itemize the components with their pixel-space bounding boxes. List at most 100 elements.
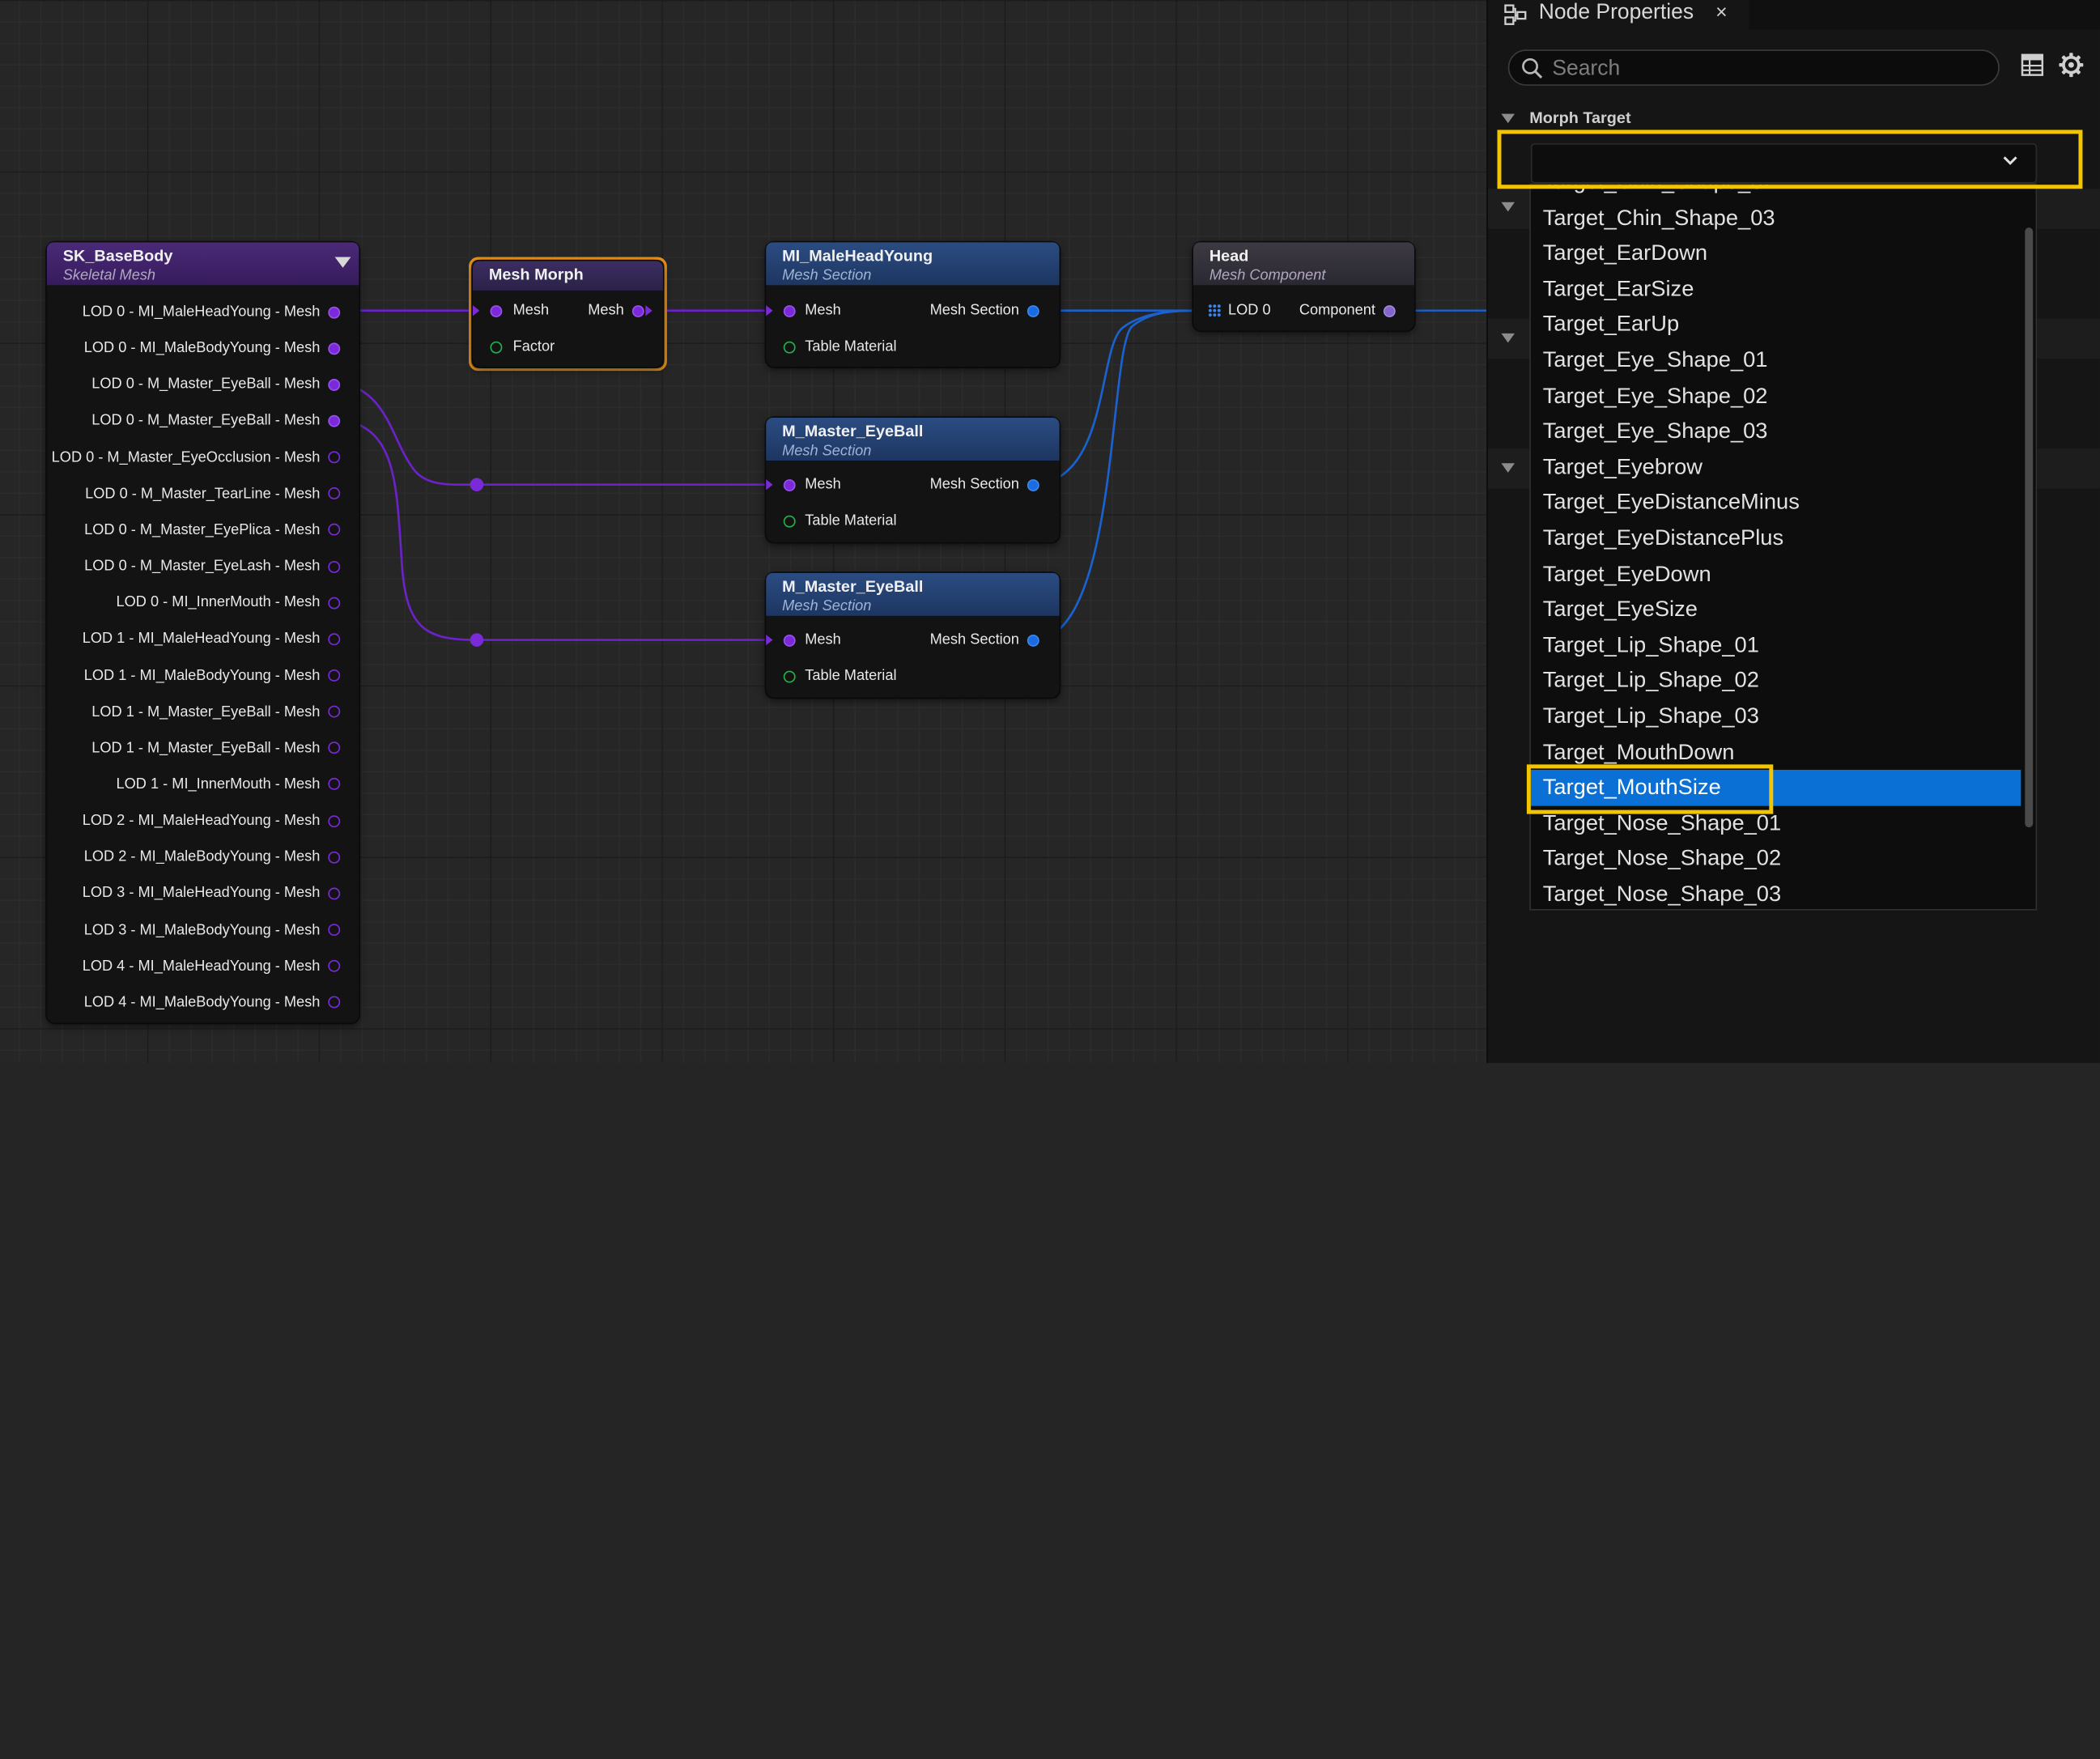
output-exec-arrow-icon [645,305,653,317]
dropdown-item[interactable]: Target_Eye_Shape_03 [1531,414,2021,449]
mesh-component-node-head[interactable]: Head Mesh Component LOD 0 Component [1192,242,1414,331]
table-material-pin[interactable] [783,515,796,528]
dropdown-item[interactable]: Target_EyeSize [1531,592,2021,627]
input-exec-arrow-icon [766,479,773,491]
search-input[interactable] [1549,53,1984,85]
mesh-output-pin[interactable] [631,305,644,317]
mesh-output-pin[interactable] [328,633,341,645]
dropdown-item[interactable]: Target_Lip_Shape_03 [1531,699,2021,734]
output-pin-label: LOD 4 - MI_MaleHeadYoung - Mesh [82,958,321,975]
close-icon[interactable]: × [1715,0,1728,27]
mesh-section-output-pin[interactable] [1027,305,1039,317]
output-pin-label: LOD 0 - M_Master_TearLine - Mesh [85,485,321,502]
node-subtitle: Mesh Section [782,267,872,284]
mesh-section-output-label: Mesh Section [929,631,1019,648]
mesh-input-pin[interactable] [783,479,796,491]
mesh-morph-node[interactable]: Mesh Morph Mesh Mesh Factor [472,261,663,368]
mesh-input-pin[interactable] [783,305,796,317]
mesh-output-pin[interactable] [328,451,341,464]
dropdown-item[interactable]: Target_EyeDistanceMinus [1531,485,2021,520]
mesh-output-pin[interactable] [328,487,341,500]
mesh-output-pin[interactable] [328,996,341,1009]
node-title: M_Master_EyeBall [782,421,924,441]
component-output-pin[interactable] [1383,305,1396,317]
reroute-knot-1[interactable] [470,478,484,491]
mesh-output-pin[interactable] [328,887,341,900]
dropdown-item[interactable]: Target_EyeDistancePlus [1531,520,2021,556]
mesh-output-pin[interactable] [328,342,341,355]
dropdown-item[interactable]: Target_Lip_Shape_01 [1531,627,2021,663]
dropdown-item[interactable]: Target_EarDown [1531,236,2021,271]
lod-array-pin-icon[interactable] [1208,304,1222,317]
skeletal-mesh-node[interactable]: SK_BaseBody Skeletal Mesh LOD 0 - MI_Mal… [46,242,359,1023]
tab-title: Node Properties [1538,1,1694,24]
dropdown-item[interactable]: Target_Eye_Shape_02 [1531,378,2021,414]
mesh-output-pin[interactable] [328,305,341,318]
node-properties-panel: Node Properties × Search Morph Target Ta… [1486,0,2100,1064]
wire-eyeball-a [337,381,775,486]
mesh-output-pin[interactable] [328,851,341,864]
dropdown-item[interactable]: Target_Eye_Shape_01 [1531,342,2021,378]
component-output-label: Component [1299,302,1375,319]
dropdown-item[interactable]: Target_EarUp [1531,307,2021,342]
factor-input-pin[interactable] [490,341,503,354]
mesh-output-pin[interactable] [328,378,341,391]
tab-node-properties[interactable]: Node Properties × [1487,0,1749,30]
mesh-section-node-eyeball-1[interactable]: M_Master_EyeBall Mesh Section Mesh Mesh … [766,418,1060,542]
node-subtitle: Mesh Section [782,443,872,460]
dropdown-item[interactable]: Target_EarSize [1531,271,2021,307]
output-pin-label: LOD 0 - M_Master_EyeBall - Mesh [91,413,321,429]
mesh-output-pin[interactable] [328,705,341,718]
mesh-output-pin[interactable] [328,597,341,610]
mesh-output-pin[interactable] [328,741,341,754]
mesh-section-node-eyeball-2[interactable]: M_Master_EyeBall Mesh Section Mesh Mesh … [766,572,1060,698]
node-graph-canvas[interactable]: SK_BaseBody Skeletal Mesh LOD 0 - MI_Mal… [0,0,1487,1064]
section-collapse-arrow-icon[interactable] [1501,333,1515,343]
dropdown-item[interactable]: Target_Chin_Shape_03 [1531,200,2021,236]
search-box[interactable] [1507,49,2000,86]
mesh-input-label: Mesh [512,302,550,319]
table-material-label: Table Material [805,668,897,685]
dropdown-item[interactable]: Target_Nose_Shape_03 [1531,877,2021,909]
mesh-output-pin[interactable] [328,414,341,427]
settings-gear-icon[interactable] [2059,53,2084,78]
table-view-icon[interactable] [2021,53,2044,76]
mesh-output-pin[interactable] [328,524,341,537]
table-material-pin[interactable] [783,670,796,683]
output-pin-label: LOD 0 - MI_MaleHeadYoung - Mesh [82,304,321,321]
mesh-output-pin[interactable] [328,960,341,973]
output-pin-label: LOD 0 - M_Master_EyeOcclusion - Mesh [51,449,321,465]
mesh-input-pin[interactable] [490,305,503,317]
mesh-output-pin[interactable] [328,560,341,573]
dropdown-scrollbar[interactable] [2025,227,2034,828]
panel-tab-bar: Node Properties × [1487,0,2100,30]
output-pin-label: LOD 3 - MI_MaleBodyYoung - Mesh [83,921,321,938]
node-properties-icon [1504,4,1527,25]
mesh-output-pin[interactable] [328,814,341,827]
mesh-section-node-head[interactable]: MI_MaleHeadYoung Mesh Section Mesh Mesh … [766,242,1060,368]
mesh-output-pin[interactable] [328,778,341,791]
node-title: Mesh Morph [488,265,584,284]
mesh-section-output-pin[interactable] [1027,479,1039,491]
table-material-pin[interactable] [783,341,796,354]
output-pin-label: LOD 0 - MI_InnerMouth - Mesh [116,594,321,611]
mesh-input-pin[interactable] [783,634,796,647]
output-pin-label: LOD 4 - MI_MaleBodyYoung - Mesh [83,994,321,1011]
dropdown-item[interactable]: Target_Eyebrow [1531,449,2021,485]
dropdown-item[interactable]: Target_Lip_Shape_02 [1531,663,2021,699]
mesh-input-label: Mesh [805,631,841,648]
collapse-arrow-icon[interactable] [334,257,351,268]
reroute-knot-2[interactable] [470,633,484,647]
mesh-output-pin[interactable] [328,669,341,682]
input-exec-arrow-icon [472,305,480,317]
output-pin-label: LOD 3 - MI_MaleHeadYoung - Mesh [82,885,321,902]
dropdown-item[interactable]: Target_EyeDown [1531,556,2021,592]
mesh-section-output-pin[interactable] [1027,634,1039,647]
section-collapse-arrow-icon[interactable] [1501,202,1515,212]
dropdown-item[interactable]: Target_Nose_Shape_02 [1531,841,2021,877]
mesh-output-pin[interactable] [328,924,341,937]
mesh-input-label: Mesh [805,302,841,319]
section-collapse-arrow-icon[interactable] [1501,463,1515,473]
selected-item-highlight-box [1526,764,1774,814]
section-expand-arrow-icon[interactable] [1501,113,1515,124]
